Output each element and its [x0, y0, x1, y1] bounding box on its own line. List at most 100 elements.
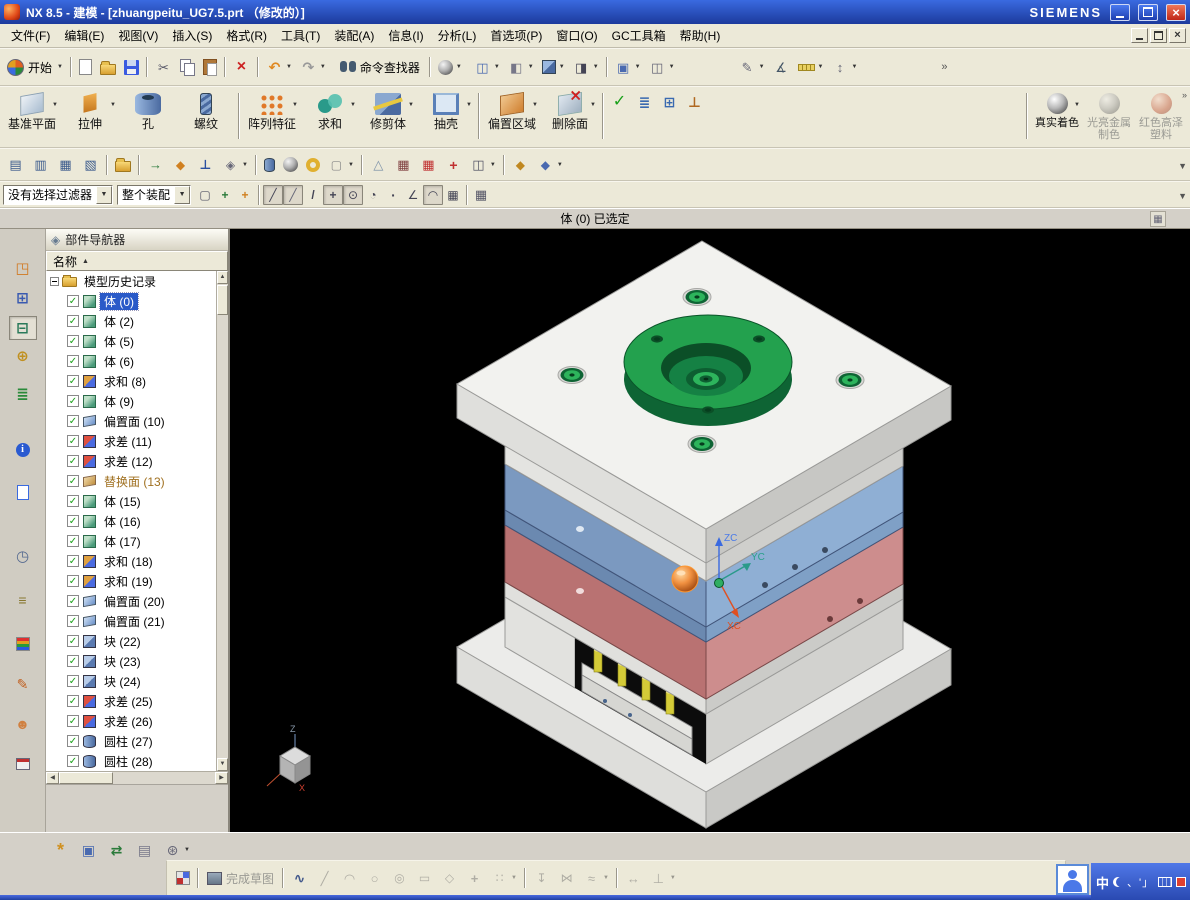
menu-preferences[interactable]: 首选项(P) [483, 27, 549, 45]
tree-item[interactable]: ✓ 体 (16) [46, 511, 216, 531]
collapse-icon[interactable] [50, 276, 59, 286]
delete-button[interactable]: × [229, 54, 254, 80]
grid-display-button[interactable]: ▦ [471, 185, 491, 205]
layers-b-button[interactable]: ▦ [53, 152, 78, 178]
paint-bucket-button[interactable]: ◆ [168, 152, 193, 178]
child-close-button[interactable] [1169, 28, 1186, 43]
snapshot-button[interactable]: ▣ [76, 837, 101, 863]
tree-item-label[interactable]: 求差 (25) [100, 693, 157, 710]
feature-checkbox[interactable]: ✓ [67, 415, 79, 427]
menu-information[interactable]: 信息(I) [381, 27, 430, 45]
ime-punctuation-button[interactable]: 、'」 [1127, 874, 1154, 890]
measure-distance-button[interactable]: ∡ [769, 54, 794, 80]
name-column-header[interactable]: 名称 ▲ [46, 251, 228, 271]
tree-item-label[interactable]: 求和 (19) [100, 573, 157, 590]
scrollbar-track[interactable] [113, 772, 215, 784]
ime-mode-icon[interactable] [1113, 877, 1123, 887]
trim-body-button[interactable]: 修剪体 ▼ [359, 89, 417, 143]
status-bar-icon[interactable]: ▦ [1150, 211, 1166, 227]
tree-item[interactable]: ✓ 偏置面 (10) [46, 411, 216, 431]
delete-face-button[interactable]: 删除面 ▼ [541, 89, 599, 143]
cut-button[interactable]: ✂ [151, 54, 176, 80]
snap-line-button[interactable]: ╱ [263, 184, 284, 205]
project-curve-button[interactable]: ↧ [529, 865, 554, 891]
redo-button[interactable]: ↷ ▼ [296, 54, 330, 80]
rectangle-button[interactable]: ▭ [412, 865, 437, 891]
scroll-down-icon[interactable]: ▼ [217, 758, 228, 771]
tree-item[interactable]: ✓ 圆柱 (28) [46, 751, 216, 771]
feature-checkbox[interactable]: ✓ [67, 515, 79, 527]
zoom-pencil-button[interactable]: ✎ ▼ [735, 54, 769, 80]
snap-scale-button[interactable]: ↕ ▼ [827, 54, 861, 80]
feature-checkbox[interactable]: ✓ [67, 735, 79, 747]
tree-item[interactable]: ✓ 求和 (8) [46, 371, 216, 391]
color-palette-button[interactable] [9, 632, 37, 656]
thread-button[interactable]: 螺纹 [177, 89, 235, 143]
part-navigator-tab-button[interactable]: ⊟ [8, 316, 37, 340]
tree-item-label[interactable]: 体 (17) [100, 533, 145, 550]
screen-layout-button[interactable]: ◫ ▼ [470, 54, 504, 80]
snap-angle-button[interactable]: ∠ [403, 185, 423, 205]
menu-analysis[interactable]: 分析(L) [431, 27, 484, 45]
view-cube-button[interactable]: ▼ [538, 54, 569, 80]
feature-checkbox[interactable]: ✓ [67, 755, 79, 767]
grid-red-button[interactable]: ▦ [416, 152, 441, 178]
ellipse-button[interactable]: ◎ [387, 865, 412, 891]
menu-assemblies[interactable]: 装配(A) [327, 27, 381, 45]
tree-item-label[interactable]: 替换面 (13) [100, 473, 169, 490]
locating-ring[interactable] [623, 314, 793, 426]
tree-item[interactable]: ✓ 求和 (19) [46, 571, 216, 591]
close-button[interactable] [1166, 3, 1186, 21]
layers-a-button[interactable]: ▥ [28, 152, 53, 178]
web-browser-button[interactable] [9, 480, 37, 504]
menu-insert[interactable]: 插入(S) [165, 27, 219, 45]
red-plastic-button[interactable]: 红色高泽塑料 [1135, 89, 1187, 143]
unite-button[interactable]: 求和 ▼ [301, 89, 359, 143]
copy-button[interactable] [176, 54, 199, 80]
undo-button[interactable]: ↶ ▼ [262, 54, 296, 80]
tree-item[interactable]: ✓ 圆柱 (27) [46, 731, 216, 751]
restore-button[interactable] [1138, 3, 1158, 21]
folder-view-button[interactable] [111, 152, 135, 178]
style-more-button[interactable]: ◈ ▼ [218, 152, 252, 178]
tree-item-label[interactable]: 体 (6) [100, 353, 138, 370]
ime-options-icon[interactable] [1176, 877, 1187, 887]
user-avatar[interactable] [1056, 864, 1089, 895]
tree-item[interactable]: ✓ 偏置面 (21) [46, 611, 216, 631]
vertical-scrollbar[interactable]: ▲ ▼ [216, 271, 228, 771]
feature-checkbox[interactable]: ✓ [67, 375, 79, 387]
feature-checkbox[interactable]: ✓ [67, 435, 79, 447]
history-button[interactable]: ◷ [9, 544, 37, 568]
save-button[interactable] [120, 54, 143, 80]
toolbar-overflow[interactable]: » [1182, 90, 1187, 100]
reuse-library-button[interactable]: ⊕ [9, 344, 37, 368]
materials-button[interactable]: ✎ [9, 672, 37, 696]
plus-red-button[interactable]: + [441, 152, 466, 178]
toolbar-overflow[interactable]: ▼ [1178, 161, 1187, 171]
menu-window[interactable]: 窗口(O) [549, 27, 604, 45]
tree-item[interactable]: ✓ 求差 (11) [46, 431, 216, 451]
snap-endpoint-button[interactable]: ╱ [283, 184, 304, 205]
menu-tools[interactable]: 工具(T) [274, 27, 327, 45]
feature-checkbox[interactable]: ✓ [67, 295, 79, 307]
feature-checkbox[interactable]: ✓ [67, 715, 79, 727]
hole-button[interactable]: 孔 [119, 89, 177, 143]
tree-item-label[interactable]: 体 (9) [100, 393, 138, 410]
snap-midpoint-button[interactable]: / [303, 185, 323, 205]
tree-item[interactable]: ✓ 求差 (26) [46, 711, 216, 731]
feature-checkbox[interactable]: ✓ [67, 655, 79, 667]
tree-item-label[interactable]: 偏置面 (21) [100, 613, 169, 630]
scrollbar-thumb[interactable] [59, 772, 113, 784]
horizontal-scrollbar[interactable]: ◀ ▶ [46, 771, 228, 784]
pattern-button[interactable]: 阵列特征 ▼ [243, 89, 301, 143]
feature-checkbox[interactable]: ✓ [67, 635, 79, 647]
feature-checkbox[interactable]: ✓ [67, 335, 79, 347]
tree-item[interactable]: ✓ 体 (9) [46, 391, 216, 411]
menu-format[interactable]: 格式(R) [219, 27, 274, 45]
scroll-right-icon[interactable]: ▶ [215, 772, 228, 784]
tree-item[interactable]: ✓ 偏置面 (20) [46, 591, 216, 611]
menu-view[interactable]: 视图(V) [111, 27, 165, 45]
tree-item[interactable]: ✓ 块 (24) [46, 671, 216, 691]
finish-sketch-button[interactable]: 完成草图 [207, 870, 274, 887]
window-tile-button[interactable]: ◫ ▼ [645, 54, 679, 80]
